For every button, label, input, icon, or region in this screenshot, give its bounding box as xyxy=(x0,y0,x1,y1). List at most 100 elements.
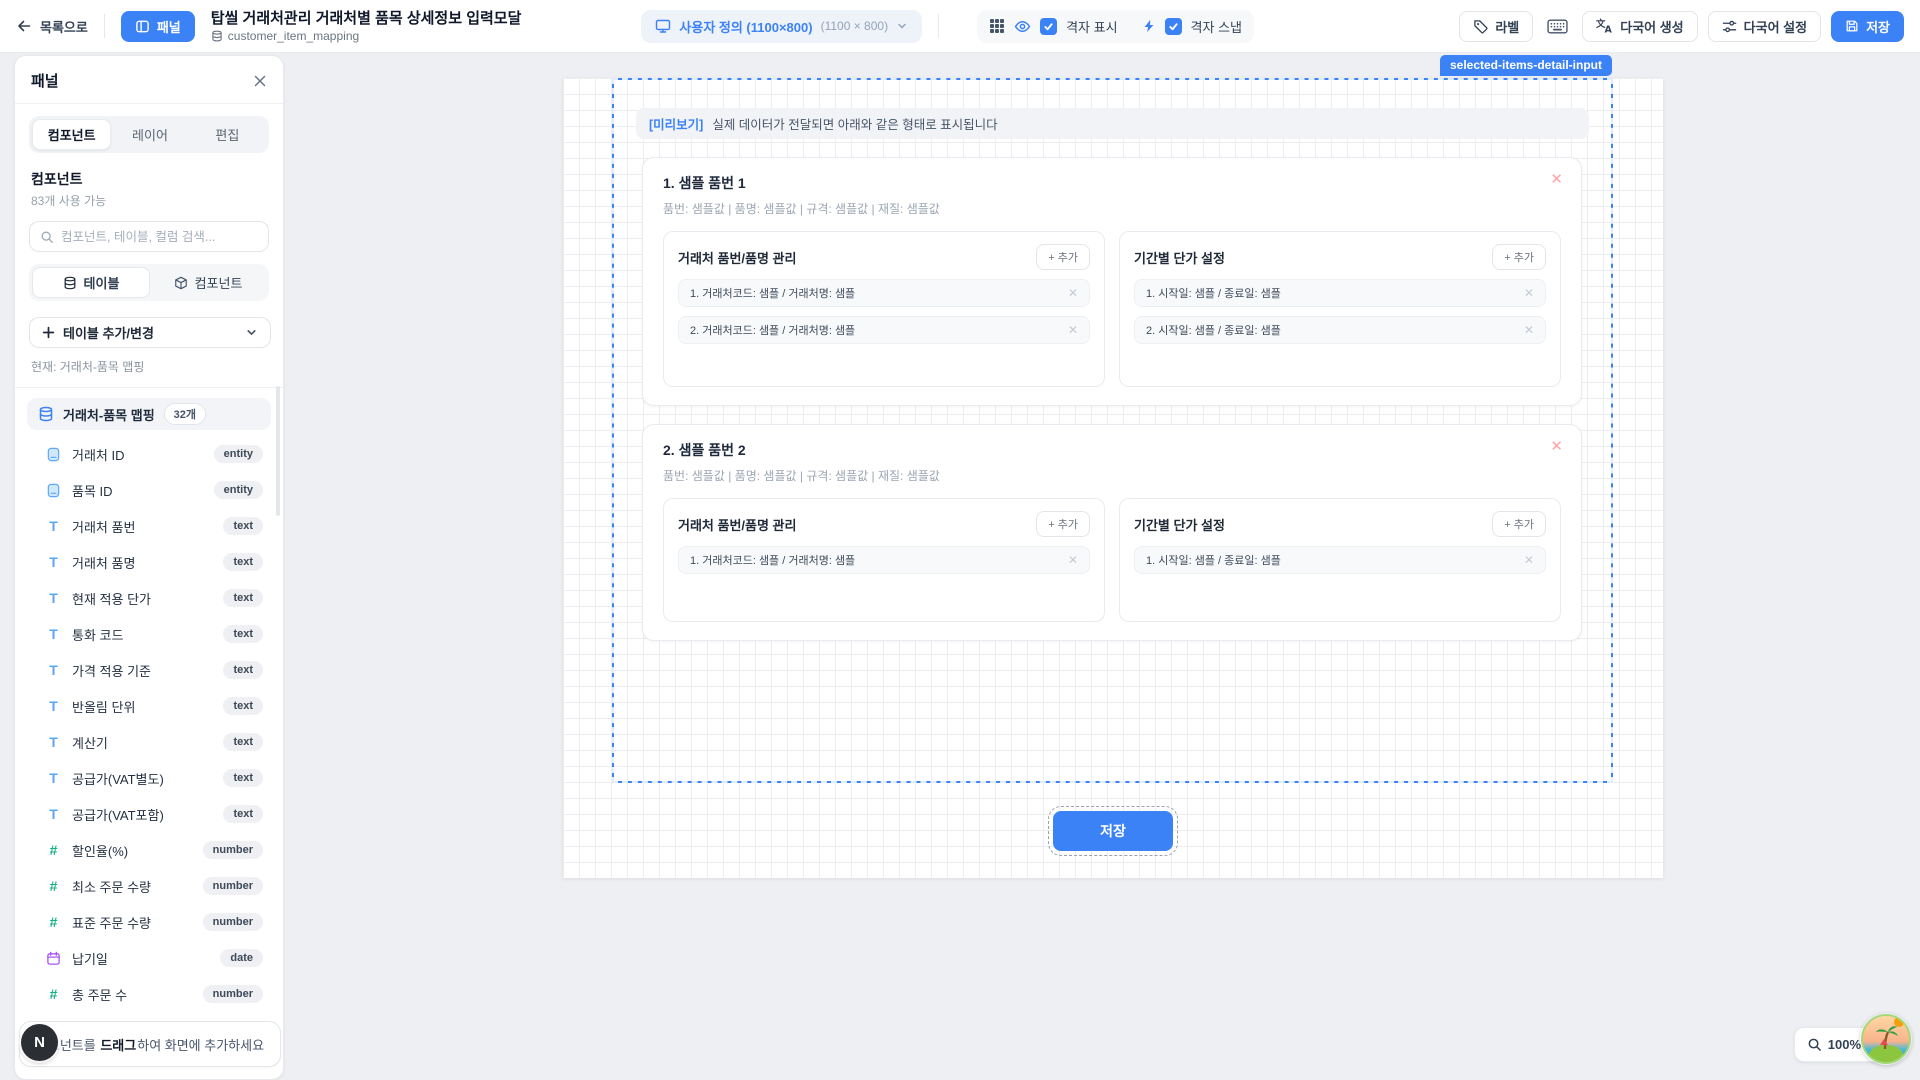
item-card-subtitle: 품번: 샘플값 | 품명: 샘플값 | 규격: 샘플값 | 재질: 샘플값 xyxy=(663,200,1561,217)
text-icon: T xyxy=(45,518,62,534)
panel-title: 패널 xyxy=(31,70,59,91)
text-icon: T xyxy=(45,626,62,642)
viewport-size-selector[interactable]: 사용자 정의 (1100×800) (1100 × 800) xyxy=(641,10,922,43)
remove-row-icon[interactable]: ✕ xyxy=(1524,286,1534,300)
type-badge: entity xyxy=(214,445,263,463)
close-icon[interactable] xyxy=(253,74,267,88)
tab-layers[interactable]: 레이어 xyxy=(111,119,188,150)
list-item: 1. 거래처코드: 샘플 / 거래처명: 샘플 ✕ xyxy=(678,546,1090,574)
field-row[interactable]: # 최소 주문 수량 number xyxy=(15,868,283,904)
period-price-panel: 기간별 단가 설정 + 추가 1. 시작일: 샘플 / 종료일: 샘플 ✕ xyxy=(1119,498,1561,622)
entity-icon xyxy=(45,483,62,498)
field-row[interactable]: # 총 주문 수 number xyxy=(15,976,283,1012)
type-badge: text xyxy=(223,553,263,571)
plus-icon xyxy=(42,326,55,339)
search-input[interactable] xyxy=(61,230,258,244)
remove-row-icon[interactable]: ✕ xyxy=(1068,323,1078,337)
selected-element-label: selected-items-detail-input xyxy=(1440,55,1612,76)
tab-edit[interactable]: 편집 xyxy=(189,119,266,150)
remove-row-icon[interactable]: ✕ xyxy=(1524,553,1534,567)
grid-snap-label: 격자 스냅 xyxy=(1191,17,1242,36)
text-icon: T xyxy=(45,662,62,678)
database-icon xyxy=(211,30,223,42)
selected-container[interactable]: [미리보기] 실제 데이터가 전달되면 아래와 같은 형태로 표시됩니다 1. … xyxy=(612,78,1613,783)
modal-save-button[interactable]: 저장 xyxy=(1053,811,1173,851)
grid-snap-checkbox[interactable] xyxy=(1165,18,1182,35)
remove-item-icon[interactable]: ✕ xyxy=(1550,439,1563,454)
label-button[interactable]: 라벨 xyxy=(1459,11,1533,42)
components-heading: 컴포넌트 xyxy=(31,169,267,189)
field-row[interactable]: 납기일 date xyxy=(15,940,283,976)
field-row[interactable]: # 할인율(%) number xyxy=(15,832,283,868)
save-button[interactable]: 저장 xyxy=(1831,11,1904,42)
field-list: 거래처 ID entity 품목 ID entity T 거래처 품번 text… xyxy=(15,436,283,1012)
period-price-panel: 기간별 단가 설정 + 추가 1. 시작일: 샘플 / 종료일: 샘플 ✕ 2.… xyxy=(1119,231,1561,387)
text-icon: T xyxy=(45,698,62,714)
field-row[interactable]: T 통화 코드 text xyxy=(15,616,283,652)
drag-hint: 컴포넌트를 드래그하여 화면에 추가하세요 xyxy=(19,1021,281,1067)
field-row[interactable]: T 거래처 품번 text xyxy=(15,508,283,544)
type-badge: text xyxy=(223,589,263,607)
field-row[interactable]: 품목 ID entity xyxy=(15,472,283,508)
field-row[interactable]: T 거래처 품명 text xyxy=(15,544,283,580)
field-row[interactable]: T 계산기 text xyxy=(15,724,283,760)
type-badge: text xyxy=(223,769,263,787)
component-search[interactable] xyxy=(29,221,269,252)
back-to-list-button[interactable]: 목록으로 xyxy=(16,17,88,36)
app-window: 목록으로 패널 탑씰 거래처관리 거래처별 품목 상세정보 입력모달 custo… xyxy=(0,0,1920,1080)
remove-item-icon[interactable]: ✕ xyxy=(1550,172,1563,187)
field-row[interactable]: T 현재 적용 단가 text xyxy=(15,580,283,616)
tab-components[interactable]: 컴포넌트 xyxy=(32,119,111,150)
remove-row-icon[interactable]: ✕ xyxy=(1068,553,1078,567)
viewport-label: 사용자 정의 (1100×800) xyxy=(679,17,812,36)
list-item: 2. 시작일: 샘플 / 종료일: 샘플 ✕ xyxy=(1134,316,1546,344)
panel-heading: 거래처 품번/품명 관리 xyxy=(678,515,796,534)
component-panel: 패널 컴포넌트 레이어 편집 컴포넌트 83개 사용 가능 테이블 xyxy=(14,55,284,1080)
top-toolbar: 목록으로 패널 탑씰 거래처관리 거래처별 품목 상세정보 입력모달 custo… xyxy=(0,0,1920,53)
type-badge: text xyxy=(223,661,263,679)
number-icon: # xyxy=(45,842,62,858)
monitor-icon xyxy=(655,18,671,34)
entity-icon xyxy=(45,447,62,462)
cube-icon xyxy=(174,276,188,290)
island-emoji-sticker xyxy=(1860,1013,1912,1065)
page-title: 탑씰 거래처관리 거래처별 품목 상세정보 입력모달 xyxy=(211,10,522,27)
field-row[interactable]: T 가격 적용 기준 text xyxy=(15,652,283,688)
design-canvas[interactable]: [미리보기] 실제 데이터가 전달되면 아래와 같은 형태로 표시됩니다 1. … xyxy=(563,78,1663,878)
text-icon: T xyxy=(45,806,62,822)
field-row[interactable]: 거래처 ID entity xyxy=(15,436,283,472)
keyboard-shortcuts-button[interactable] xyxy=(1543,11,1572,42)
panel-toggle-button[interactable]: 패널 xyxy=(121,11,195,42)
tab-tables[interactable]: 테이블 xyxy=(32,267,150,298)
scrollbar-thumb[interactable] xyxy=(276,386,280,516)
field-row[interactable]: # 표준 주문 수량 number xyxy=(15,904,283,940)
back-label: 목록으로 xyxy=(40,17,88,36)
add-row-button[interactable]: + 추가 xyxy=(1492,511,1546,537)
current-table-label: 현재: 거래처-품목 맵핑 xyxy=(31,358,267,375)
type-badge: date xyxy=(220,949,263,967)
tag-icon xyxy=(1473,19,1488,34)
field-row[interactable]: T 반올림 단위 text xyxy=(15,688,283,724)
remove-row-icon[interactable]: ✕ xyxy=(1524,323,1534,337)
tab-components-source[interactable]: 컴포넌트 xyxy=(150,267,266,298)
item-card-2: 2. 샘플 품번 2 ✕ 품번: 샘플값 | 품명: 샘플값 | 규격: 샘플값… xyxy=(642,424,1582,641)
add-row-button[interactable]: + 추가 xyxy=(1036,244,1090,270)
add-row-button[interactable]: + 추가 xyxy=(1492,244,1546,270)
grid-show-checkbox[interactable] xyxy=(1040,18,1057,35)
i18n-settings-button[interactable]: 다국어 설정 xyxy=(1708,11,1821,42)
remove-row-icon[interactable]: ✕ xyxy=(1068,286,1078,300)
calendar-icon xyxy=(45,951,62,966)
add-change-table-button[interactable]: 테이블 추가/변경 xyxy=(29,317,271,348)
divider xyxy=(104,14,105,38)
add-row-button[interactable]: + 추가 xyxy=(1036,511,1090,537)
field-row[interactable]: T 공급가(VAT별도) text xyxy=(15,760,283,796)
grid-show-label: 격자 표시 xyxy=(1066,17,1117,36)
source-tabbar: 테이블 컴포넌트 xyxy=(29,264,269,301)
table-group-name: 거래처-품목 맵핑 xyxy=(63,405,155,424)
vendor-codes-panel: 거래처 품번/품명 관리 + 추가 1. 거래처코드: 샘플 / 거래처명: 샘… xyxy=(663,498,1105,622)
field-row[interactable]: T 공급가(VAT포함) text xyxy=(15,796,283,832)
divider xyxy=(15,387,283,388)
i18n-generate-button[interactable]: 文A 다국어 생성 xyxy=(1582,11,1697,42)
vendor-codes-panel: 거래처 품번/품명 관리 + 추가 1. 거래처코드: 샘플 / 거래처명: 샘… xyxy=(663,231,1105,387)
table-group-header[interactable]: 거래처-품목 맵핑 32개 xyxy=(27,398,271,430)
